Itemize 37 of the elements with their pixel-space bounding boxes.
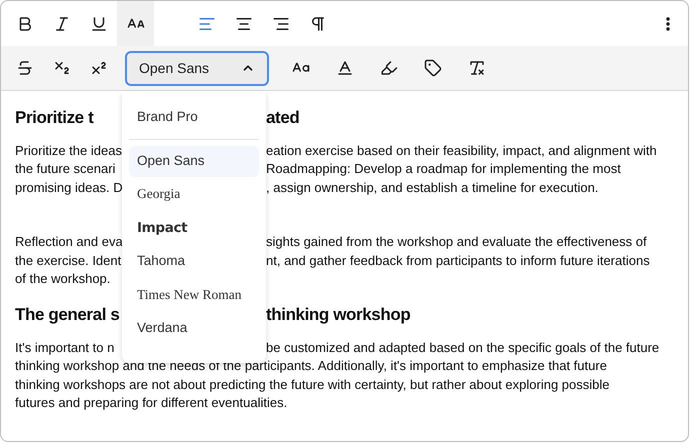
paragraph-line: nt, and gather feedback from participants to inform future iterations bbox=[266, 252, 650, 270]
paragraph-line: of the workshop. bbox=[15, 271, 110, 286]
paragraph-line: promising ideas. D bbox=[15, 180, 123, 194]
heading-text: ated bbox=[266, 107, 300, 130]
underline-icon bbox=[90, 14, 108, 32]
heading-text: Prioritize t bbox=[15, 108, 94, 128]
font-option[interactable]: Georgia bbox=[129, 179, 259, 210]
heading-text: thinking workshop bbox=[266, 304, 410, 326]
paragraph-line: Prioritize the ideas bbox=[15, 142, 122, 158]
paragraph-line: eation exercise based on their feasibility, impact, and alignment with bbox=[266, 142, 657, 160]
paragraph-line: , assign ownership, and establish a timeline for execution. bbox=[266, 178, 598, 197]
heading-text: The general s bbox=[15, 305, 120, 324]
font-option[interactable]: Impact bbox=[129, 212, 259, 244]
subscript-icon bbox=[52, 59, 70, 77]
paragraph-line: Roadmapping: Develop a roadmap for implementing the most bbox=[266, 160, 621, 178]
paragraph-line: be customized and adapted based on the specific goals of the future bbox=[266, 338, 660, 357]
font-option[interactable]: Brand Pro bbox=[129, 102, 259, 132]
paragraph-line: It's important to n bbox=[15, 340, 114, 354]
paragraph-line: the exercise. Ident bbox=[15, 252, 122, 268]
clear-format-icon bbox=[468, 59, 486, 77]
font-option[interactable]: Times New Roman bbox=[129, 280, 259, 310]
font-select[interactable]: Open Sans bbox=[125, 50, 269, 86]
superscript-icon bbox=[90, 59, 108, 77]
strikethrough-icon bbox=[16, 59, 34, 77]
highlighter-icon bbox=[380, 59, 398, 77]
paragraph-line: thinking workshops are not about predicting the future with certainty, but rather about exploring possible bbox=[15, 376, 610, 392]
font-option[interactable]: Tahoma bbox=[129, 246, 259, 277]
tag-icon bbox=[424, 59, 442, 77]
font-option[interactable]: Open Sans bbox=[129, 146, 259, 176]
more-icon bbox=[666, 16, 670, 30]
text-style-button[interactable] bbox=[117, 1, 154, 46]
paragraph-line: Reflection and eva bbox=[15, 234, 123, 249]
font-color-icon bbox=[336, 59, 354, 77]
paragraph-line: futures and preparing for different eventualities. bbox=[15, 395, 288, 410]
paragraph-line: the future scenari bbox=[15, 161, 116, 176]
font-option[interactable]: Verdana bbox=[129, 313, 259, 344]
paragraph-line: sights gained from the workshop and evaluate the effectiveness of bbox=[266, 233, 647, 251]
